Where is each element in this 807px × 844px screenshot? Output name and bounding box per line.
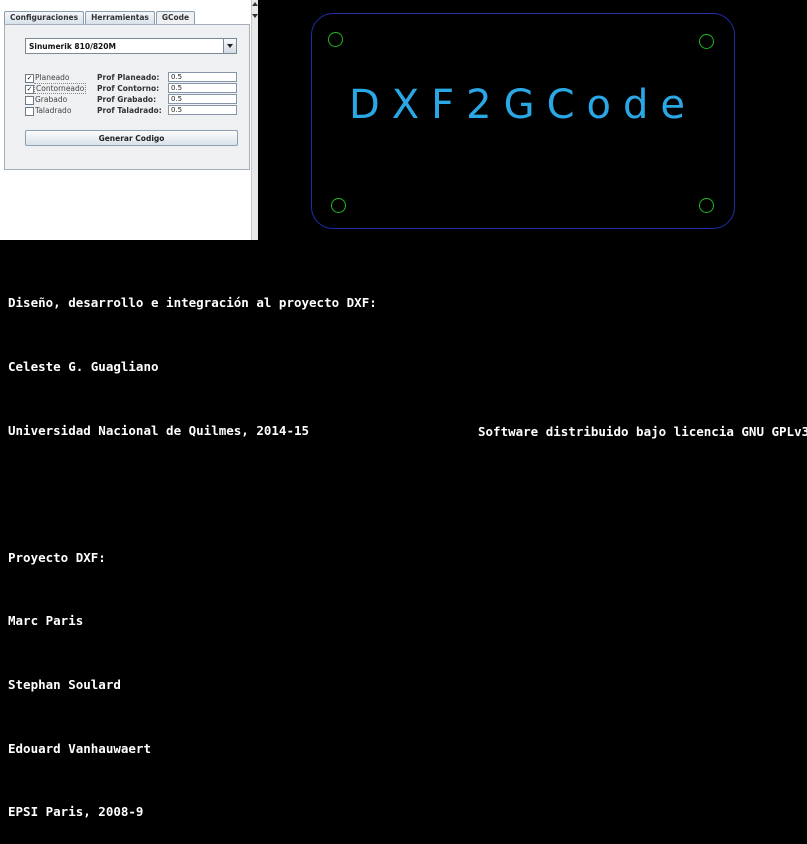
hole-top-right-icon [699,34,714,49]
arrow-down-icon[interactable] [252,14,258,18]
tab-gcode[interactable]: GCode [155,11,196,25]
credit-line: Universidad Nacional de Quilmes, 2014-15 [8,422,310,438]
gcode-tab-body: Sinumerik 810/820M ✓ Planeado Prof Plane… [4,24,250,170]
vertical-scrollbar[interactable] [251,0,258,240]
prof-grabado-label: Prof Grabado: [97,95,157,104]
operation-row-planeado: ✓ Planeado Prof Planeado: 0.5 [25,72,240,83]
operation-row-taladrado: Taladrado Prof Taladrado: 0.5 [25,105,240,116]
gcode-panel: Configuraciones Herramientas GCode Sinum… [0,0,258,240]
arrow-up-icon[interactable] [252,2,258,6]
license-text: Software distribuido bajo licencia GNU G… [478,424,807,439]
credit-line: EPSI Paris, 2008-9 [8,804,144,820]
credit-line: Marc Paris [8,613,84,629]
chevron-down-icon[interactable] [223,39,236,53]
planeado-label: Planeado [35,73,70,82]
credit-line: Edouard Vanhauwaert [8,740,151,756]
grabado-checkbox[interactable] [25,96,34,105]
operation-row-contorneado: ✓ Contorneado Prof Contorno: 0.5 [25,83,240,94]
planeado-checkbox[interactable]: ✓ [25,74,34,83]
credit-line: Proyecto DXF: [8,549,106,565]
prof-taladrado-label: Prof Taladrado: [97,106,162,115]
prof-grabado-input[interactable]: 0.5 [168,94,237,104]
taladrado-checkbox[interactable] [25,107,34,116]
contorneado-label: Contorneado [34,83,87,94]
credit-line: Celeste G. Guagliano [8,359,159,375]
prof-planeado-label: Prof Planeado: [97,73,160,82]
operation-row-grabado: Grabado Prof Grabado: 0.5 [25,94,240,105]
taladrado-label: Taladrado [35,106,72,115]
hole-bottom-right-icon [699,198,714,213]
generate-code-button[interactable]: Generar Codigo [25,130,238,146]
prof-taladrado-input[interactable]: 0.5 [168,105,237,115]
logo-text: DXF2GCode [348,82,698,128]
credits: Diseño, desarrollo e integración al proy… [8,250,377,844]
panel-empty-area [4,170,248,238]
prof-contorno-label: Prof Contorno: [97,84,160,93]
hole-top-left-icon [328,32,343,47]
credit-line: Stephan Soulard [8,677,121,693]
hole-bottom-left-icon [331,198,346,213]
grabado-label: Grabado [35,95,68,104]
tab-bar: Configuraciones Herramientas GCode [4,11,196,25]
tab-configuraciones[interactable]: Configuraciones [4,11,85,24]
credit-line: ​ [8,483,377,504]
machine-select[interactable]: Sinumerik 810/820M [25,38,237,54]
prof-planeado-input[interactable]: 0.5 [168,72,237,82]
logo-frame: DXF2GCode [311,13,735,229]
contorneado-checkbox[interactable]: ✓ [25,85,34,94]
machine-select-value: Sinumerik 810/820M [29,42,116,51]
credit-line: Diseño, desarrollo e integración al proy… [8,295,377,311]
prof-contorno-input[interactable]: 0.5 [168,83,237,93]
tab-herramientas[interactable]: Herramientas [85,11,155,24]
